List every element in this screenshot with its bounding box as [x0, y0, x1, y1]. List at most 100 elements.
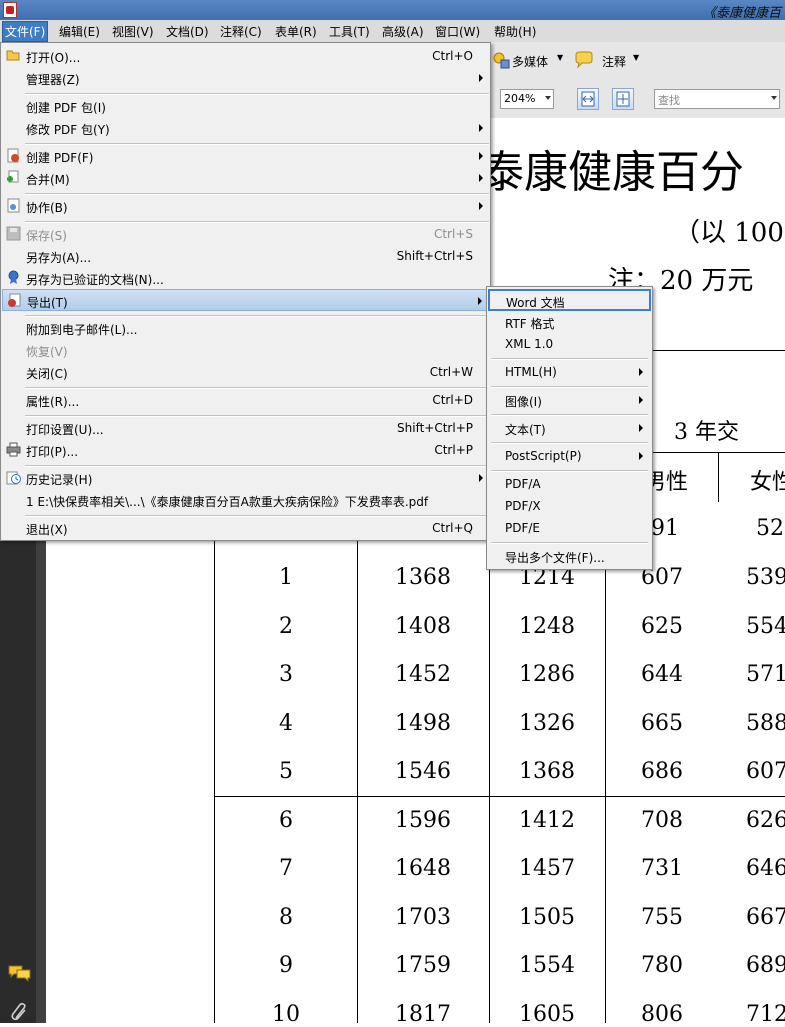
find-dropdown-icon[interactable] — [771, 96, 777, 100]
fit-page-icon[interactable] — [612, 88, 634, 110]
menu-item-save-as[interactable]: 另存为(A)... Shift+Ctrl+S — [2, 245, 489, 267]
menu-item-open[interactable]: 打开(O)... Ctrl+O — [2, 45, 489, 67]
table-cell: 689 — [746, 953, 785, 978]
export-image[interactable]: 图像(I) — [488, 389, 651, 411]
table-cell-age: 7 — [279, 856, 293, 881]
export-word[interactable]: Word 文档 — [488, 289, 651, 311]
table-cell-age: 4 — [279, 710, 293, 736]
export-xml[interactable]: XML 1.0 — [488, 333, 651, 355]
menu-forms[interactable]: 表单(R) — [275, 23, 317, 40]
table-cell: 1248 — [519, 613, 575, 639]
menu-item-save-certified[interactable]: 另存为已验证的文档(N)... — [2, 267, 489, 289]
table-cell: 1703 — [395, 904, 451, 930]
table-cell: 1505 — [519, 904, 575, 930]
menu-item-modify-package[interactable]: 修改 PDF 包(Y) — [2, 117, 489, 139]
fit-width-icon[interactable] — [577, 88, 599, 110]
acrobat-app-icon[interactable] — [3, 2, 17, 18]
export-rtf[interactable]: RTF 格式 — [488, 311, 651, 333]
submenu-arrow-icon — [479, 202, 483, 210]
menu-advanced[interactable]: 高级(A) — [382, 23, 424, 40]
table-cell-age: 6 — [279, 807, 293, 833]
title-bar: 《泰康健康百 — [0, 0, 785, 21]
multimedia-dropdown-icon[interactable]: ▼ — [557, 53, 563, 62]
table-cell-age: 5 — [279, 759, 293, 784]
zoom-input[interactable]: 204% — [500, 89, 554, 109]
export-html[interactable]: HTML(H) — [488, 361, 651, 383]
table-cell: 1412 — [519, 807, 575, 833]
certified-ribbon-icon — [8, 270, 19, 284]
submenu-arrow-icon — [478, 297, 482, 305]
menu-edit[interactable]: 编辑(E) — [59, 23, 100, 40]
menu-item-print-setup[interactable]: 打印设置(U)... Shift+Ctrl+P — [2, 417, 489, 439]
submenu-arrow-icon — [639, 368, 643, 376]
multimedia-button[interactable]: 多媒体 — [512, 53, 548, 70]
table-cell-age: 3 — [279, 662, 293, 687]
menu-item-recent-file[interactable]: 1 E:\快保费率相关\...\《泰康健康百分百A款重大疾病保险》下发费率表.p… — [2, 489, 489, 511]
table-cell: 1368 — [395, 565, 451, 590]
comment-button[interactable]: 注释 — [602, 53, 626, 70]
table-cell: 667 — [746, 904, 785, 930]
menu-separator — [491, 442, 648, 444]
zoom-dropdown-icon[interactable] — [545, 96, 551, 100]
menu-item-combine[interactable]: 合并(M) — [2, 167, 489, 189]
table-cell: 731 — [641, 856, 683, 881]
export-pdfe[interactable]: PDF/E — [488, 517, 651, 539]
menu-bar: 文件(F) 编辑(E) 视图(V) 文档(D) 注释(C) 表单(R) 工具(T… — [0, 20, 785, 43]
comments-panel-icon[interactable] — [8, 964, 32, 982]
menu-item-collaborate[interactable]: 协作(B) — [2, 195, 489, 217]
menu-item-revert[interactable]: 恢复(V) — [2, 339, 489, 361]
document-subtitle-1: （以 100 — [674, 218, 784, 248]
table-rule — [214, 796, 785, 797]
menu-item-attach-email[interactable]: 附加到电子邮件(L)... — [2, 317, 489, 339]
export-text[interactable]: 文本(T) — [488, 417, 651, 439]
window-title: 《泰康健康百 — [702, 6, 781, 21]
menu-comments[interactable]: 注释(C) — [220, 23, 262, 40]
comment-icon — [575, 51, 593, 69]
menu-item-history[interactable]: 历史记录(H) — [2, 467, 489, 489]
find-input[interactable]: 查找 — [654, 89, 780, 109]
submenu-arrow-icon — [479, 174, 483, 182]
menu-tools[interactable]: 工具(T) — [329, 23, 370, 40]
export-pdfx[interactable]: PDF/X — [488, 495, 651, 517]
menu-item-exit[interactable]: 退出(X) Ctrl+Q — [2, 517, 489, 539]
menu-item-create-package[interactable]: 创建 PDF 包(I) — [2, 95, 489, 117]
table-cell: 607 — [746, 759, 785, 784]
table-cell: 1648 — [395, 856, 451, 881]
menu-window[interactable]: 窗口(W) — [435, 23, 480, 40]
combine-icon — [7, 170, 19, 183]
export-multiple-files[interactable]: 导出多个文件(F)... — [488, 545, 651, 567]
menu-separator — [491, 470, 648, 472]
menu-help[interactable]: 帮助(H) — [494, 23, 536, 40]
menu-view[interactable]: 视图(V) — [112, 23, 154, 40]
menu-item-save[interactable]: 保存(S) Ctrl+S — [2, 223, 489, 245]
export-submenu: Word 文档 RTF 格式 XML 1.0 HTML(H) 图像(I) 文本(… — [486, 286, 653, 570]
menu-item-create-pdf[interactable]: 创建 PDF(F) — [2, 145, 489, 167]
find-placeholder: 查找 — [658, 94, 680, 107]
save-icon — [6, 226, 21, 241]
comment-dropdown-icon[interactable]: ▼ — [633, 53, 639, 62]
menu-document[interactable]: 文档(D) — [166, 23, 209, 40]
table-cell: 626 — [746, 807, 785, 833]
attachments-panel-icon[interactable] — [10, 1002, 30, 1022]
table-cell: 1408 — [395, 613, 451, 639]
export-icon — [8, 293, 21, 307]
menu-item-export[interactable]: 导出(T) — [2, 289, 489, 311]
export-pdfa[interactable]: PDF/A — [488, 473, 651, 495]
table-rule — [489, 538, 490, 1023]
menu-item-close[interactable]: 关闭(C) Ctrl+W — [2, 361, 489, 383]
table-rule — [357, 538, 358, 1023]
export-postscript[interactable]: PostScript(P) — [488, 445, 651, 467]
history-icon — [6, 471, 21, 485]
folder-open-icon — [6, 50, 20, 61]
submenu-arrow-icon — [639, 396, 643, 404]
printer-icon — [6, 442, 21, 457]
table-cell-age: 8 — [279, 904, 293, 930]
menu-item-print[interactable]: 打印(P)... Ctrl+P — [2, 439, 489, 461]
menu-item-organizer[interactable]: 管理器(Z) — [2, 67, 489, 89]
table-rule — [718, 452, 719, 502]
menu-file[interactable]: 文件(F) — [2, 21, 49, 42]
menu-item-properties[interactable]: 属性(R)... Ctrl+D — [2, 389, 489, 411]
create-pdf-icon — [7, 148, 19, 163]
table-header-period: 3 年交 — [674, 420, 739, 445]
multimedia-icon — [493, 52, 510, 69]
